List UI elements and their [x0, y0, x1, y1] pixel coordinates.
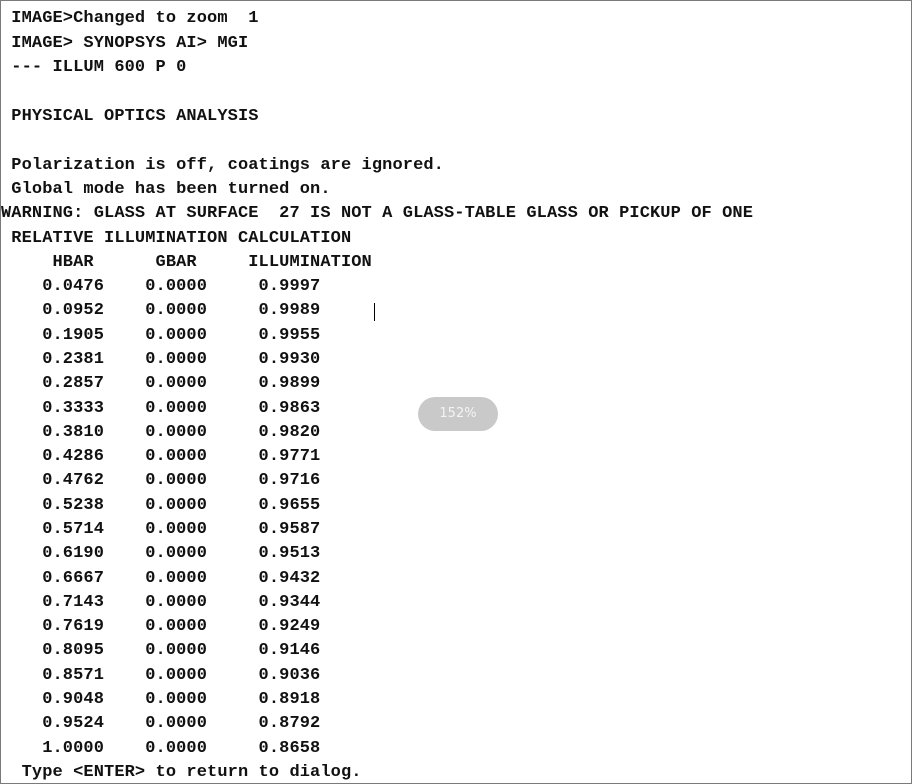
- table-row: 0.3333 0.0000 0.9863: [1, 399, 321, 418]
- table-row: 0.8571 0.0000 0.9036: [1, 666, 321, 685]
- table-row: 0.5714 0.0000 0.9587: [1, 520, 321, 539]
- console-output-window[interactable]: IMAGE>Changed to zoom 1 IMAGE> SYNOPSYS …: [0, 0, 912, 784]
- console-line-analysis-title: PHYSICAL OPTICS ANALYSIS: [1, 107, 259, 126]
- console-line-zoom-changed: IMAGE>Changed to zoom 1: [1, 9, 259, 28]
- table-header: HBAR GBAR ILLUMINATION: [1, 253, 372, 272]
- table-row: 0.8095 0.0000 0.9146: [1, 641, 321, 660]
- console-line-polarization-note: Polarization is off, coatings are ignore…: [1, 156, 444, 175]
- table-row: 0.7143 0.0000 0.9344: [1, 593, 321, 612]
- table-row: 0.0476 0.0000 0.9997: [1, 277, 321, 296]
- table-row: 0.2381 0.0000 0.9930: [1, 350, 321, 369]
- table-row: 0.9524 0.0000 0.8792: [1, 714, 321, 733]
- table-row: 0.5238 0.0000 0.9655: [1, 496, 321, 515]
- console-line-command-mgi: IMAGE> SYNOPSYS AI> MGI: [1, 34, 249, 53]
- table-row: 0.6190 0.0000 0.9513: [1, 544, 321, 563]
- text-cursor: [374, 303, 375, 321]
- table-row: 0.1905 0.0000 0.9955: [1, 326, 321, 345]
- table-row: 0.3810 0.0000 0.9820: [1, 423, 321, 442]
- table-row: 0.4762 0.0000 0.9716: [1, 471, 321, 490]
- console-line-illum-command: --- ILLUM 600 P 0: [1, 58, 187, 77]
- table-row: 1.0000 0.0000 0.8658: [1, 739, 321, 758]
- table-row: 0.7619 0.0000 0.9249: [1, 617, 321, 636]
- zoom-level-badge: 152%: [418, 397, 498, 431]
- console-line-return-prompt: Type <ENTER> to return to dialog.: [1, 763, 362, 782]
- console-line-calculation-title: RELATIVE ILLUMINATION CALCULATION: [1, 229, 352, 248]
- console-line-global-mode-note: Global mode has been turned on.: [1, 180, 331, 199]
- table-row: 0.9048 0.0000 0.8918: [1, 690, 321, 709]
- table-row: 0.2857 0.0000 0.9899: [1, 374, 321, 393]
- table-row: 0.4286 0.0000 0.9771: [1, 447, 321, 466]
- console-line-glass-warning: WARNING: GLASS AT SURFACE 27 IS NOT A GL…: [1, 204, 754, 223]
- table-row: 0.6667 0.0000 0.9432: [1, 569, 321, 588]
- table-row: 0.0952 0.0000 0.9989: [1, 301, 321, 320]
